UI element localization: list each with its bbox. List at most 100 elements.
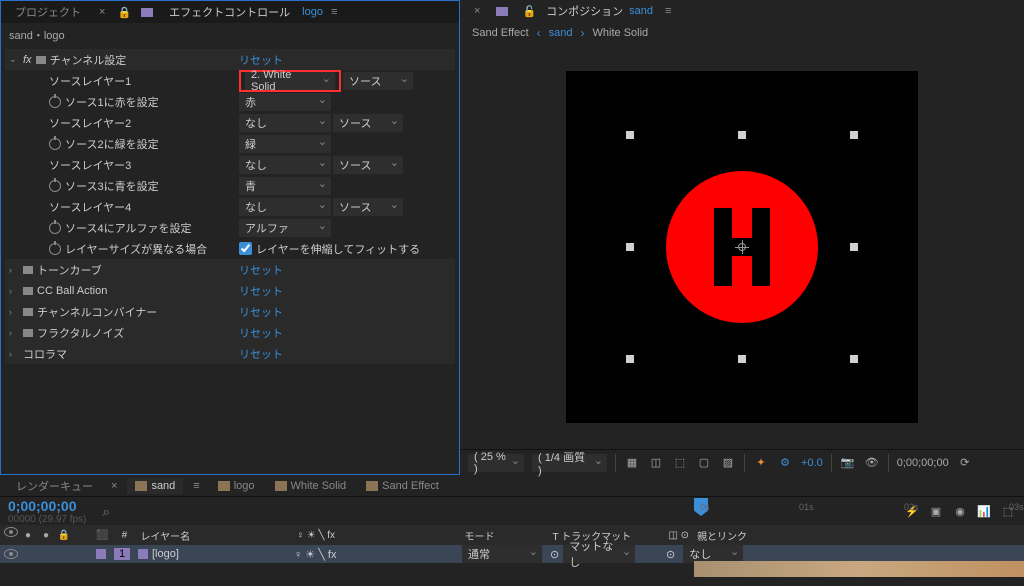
dropdown-src2-green[interactable]: 緑 <box>239 135 331 153</box>
breadcrumb-item[interactable]: White Solid <box>593 27 649 39</box>
transform-handle[interactable] <box>738 131 746 139</box>
chevron-down-icon[interactable]: ⌄ <box>9 54 19 65</box>
transform-handle[interactable] <box>850 355 858 363</box>
column-mode[interactable]: モード <box>464 528 544 543</box>
breadcrumb-item-active[interactable]: sand <box>549 27 573 39</box>
column-layer-name[interactable]: レイヤー名 <box>140 528 288 543</box>
reset-link[interactable]: リセット <box>239 262 283 278</box>
breadcrumb-item[interactable]: Sand Effect <box>472 27 529 39</box>
preview-timecode[interactable]: 0;00;00;00 <box>897 457 949 469</box>
visibility-toggle[interactable] <box>4 549 18 559</box>
tab-comp-white-solid[interactable]: White Solid <box>267 478 355 494</box>
chevron-right-icon[interactable]: › <box>9 328 19 338</box>
guides-icon[interactable]: ◫ <box>648 455 664 471</box>
grid-icon[interactable]: ▦ <box>624 455 640 471</box>
canvas[interactable] <box>566 71 918 423</box>
dropdown-src4-alpha[interactable]: アルファ <box>239 219 331 237</box>
stopwatch-icon[interactable] <box>49 243 61 255</box>
nav-back-icon[interactable]: ‹ <box>537 26 541 40</box>
dropdown-source-2-type[interactable]: ソース <box>333 114 403 132</box>
tab-comp-sand[interactable]: sand <box>127 478 183 494</box>
dropdown-source-layer-2[interactable]: なし <box>239 114 331 132</box>
pickwhip-icon[interactable]: ⊙ <box>550 548 559 561</box>
effect-tone-curve[interactable]: トーンカーブ <box>37 262 102 278</box>
transform-handle[interactable] <box>850 131 858 139</box>
layer-duration-bar[interactable] <box>694 561 1024 577</box>
transform-handle[interactable] <box>738 355 746 363</box>
mask-icon[interactable]: ⬚ <box>672 455 688 471</box>
fx-icon[interactable]: fx <box>23 54 32 66</box>
layer-switches[interactable]: ♀ ☀ ╲ fx <box>294 548 454 561</box>
reset-link[interactable]: リセット <box>239 325 283 341</box>
transform-handle[interactable] <box>626 243 634 251</box>
transform-handle[interactable] <box>850 243 858 251</box>
track-matte-dropdown[interactable]: マットなし <box>563 545 635 563</box>
reset-link[interactable]: リセット <box>239 304 283 320</box>
effect-colorama[interactable]: コロラマ <box>23 346 67 362</box>
snapshot-icon[interactable]: 📷 <box>840 455 856 471</box>
chevron-right-icon[interactable]: › <box>9 265 19 275</box>
reset-link[interactable]: リセット <box>239 346 283 362</box>
show-snapshot-icon[interactable]: 👁 <box>864 455 880 471</box>
region-icon[interactable]: ▢ <box>696 455 712 471</box>
dropdown-source-layer-4[interactable]: なし <box>239 198 331 216</box>
panel-menu-icon[interactable]: ≡ <box>325 6 343 18</box>
audio-column-icon[interactable]: ● <box>20 527 36 543</box>
lock-icon[interactable]: 🔒 <box>113 6 135 19</box>
nav-forward-icon[interactable]: › <box>581 26 585 40</box>
stopwatch-icon[interactable] <box>49 138 61 150</box>
dropdown-source-1-type[interactable]: ソース <box>343 72 413 90</box>
dropdown-source-3-type[interactable]: ソース <box>333 156 403 174</box>
comp-name[interactable]: sand <box>629 5 653 17</box>
gear-icon[interactable]: ⚙ <box>777 455 793 471</box>
stopwatch-icon[interactable] <box>49 180 61 192</box>
effect-name-channel-set[interactable]: チャンネル設定 <box>50 52 127 68</box>
parent-link-icon[interactable]: ◫ ⊙ <box>668 530 689 541</box>
tab-comp-logo[interactable]: logo <box>210 478 263 494</box>
layer-name[interactable]: [logo] <box>152 548 179 560</box>
close-icon[interactable]: × <box>468 5 486 17</box>
dropdown-src1-red[interactable]: 赤 <box>239 93 331 111</box>
transparency-icon[interactable]: ▨ <box>720 455 736 471</box>
pickwhip-icon[interactable]: ⊙ <box>666 548 675 561</box>
exposure-value[interactable]: +0.0 <box>801 457 823 469</box>
blend-mode-dropdown[interactable]: 通常 <box>462 545 542 563</box>
quality-dropdown[interactable]: ( 1/4 画質 ) <box>532 454 607 472</box>
tab-layer-name[interactable]: logo <box>302 6 323 18</box>
chevron-right-icon[interactable]: › <box>9 286 19 296</box>
lock-icon[interactable]: 🔓 <box>518 5 540 18</box>
tab-render-queue[interactable]: レンダーキュー <box>8 476 101 496</box>
stopwatch-icon[interactable] <box>49 96 61 108</box>
timeline-ruler[interactable]: 0s 01s 02s 03s <box>694 498 1024 516</box>
column-number[interactable]: # <box>116 530 132 541</box>
close-icon[interactable]: × <box>105 480 123 492</box>
current-timecode[interactable]: 0;00;00;00 <box>8 498 86 514</box>
visibility-column-icon[interactable] <box>4 527 18 537</box>
panel-menu-icon[interactable]: ≡ <box>659 5 677 17</box>
composition-viewer[interactable] <box>460 44 1024 449</box>
dropdown-source-4-type[interactable]: ソース <box>333 198 403 216</box>
effect-channel-combiner[interactable]: チャンネルコンバイナー <box>37 304 157 320</box>
panel-menu-icon[interactable]: ≡ <box>187 480 205 492</box>
stopwatch-icon[interactable] <box>49 222 61 234</box>
effect-fractal-noise[interactable]: フラクタルノイズ <box>37 325 124 341</box>
transform-handle[interactable] <box>626 355 634 363</box>
effect-cc-ball-action[interactable]: CC Ball Action <box>37 285 107 297</box>
tab-effect-controls[interactable]: エフェクトコントロール <box>159 1 300 23</box>
column-parent[interactable]: 親とリンク <box>697 528 1020 543</box>
tab-project[interactable]: プロジェクト <box>5 1 91 23</box>
anchor-point-icon[interactable] <box>735 240 749 254</box>
reset-link[interactable]: リセット <box>239 52 283 68</box>
refresh-icon[interactable]: ⟳ <box>957 455 973 471</box>
zoom-dropdown[interactable]: ( 25 % ) <box>468 454 524 472</box>
close-icon[interactable]: × <box>93 6 111 18</box>
chevron-right-icon[interactable]: › <box>9 307 19 317</box>
column-label-color[interactable]: ⬛ <box>96 530 108 541</box>
color-management-icon[interactable]: ✦ <box>753 455 769 471</box>
dropdown-src3-blue[interactable]: 青 <box>239 177 331 195</box>
lock-column-icon[interactable]: 🔒 <box>56 527 72 543</box>
reset-link[interactable]: リセット <box>239 283 283 299</box>
dropdown-source-layer-1[interactable]: 2. White Solid <box>245 72 335 90</box>
column-switches[interactable]: ♀ ☀ ╲ fx <box>296 530 456 541</box>
checkbox-stretch-fit[interactable]: レイヤーを伸縮してフィットする <box>239 241 420 257</box>
